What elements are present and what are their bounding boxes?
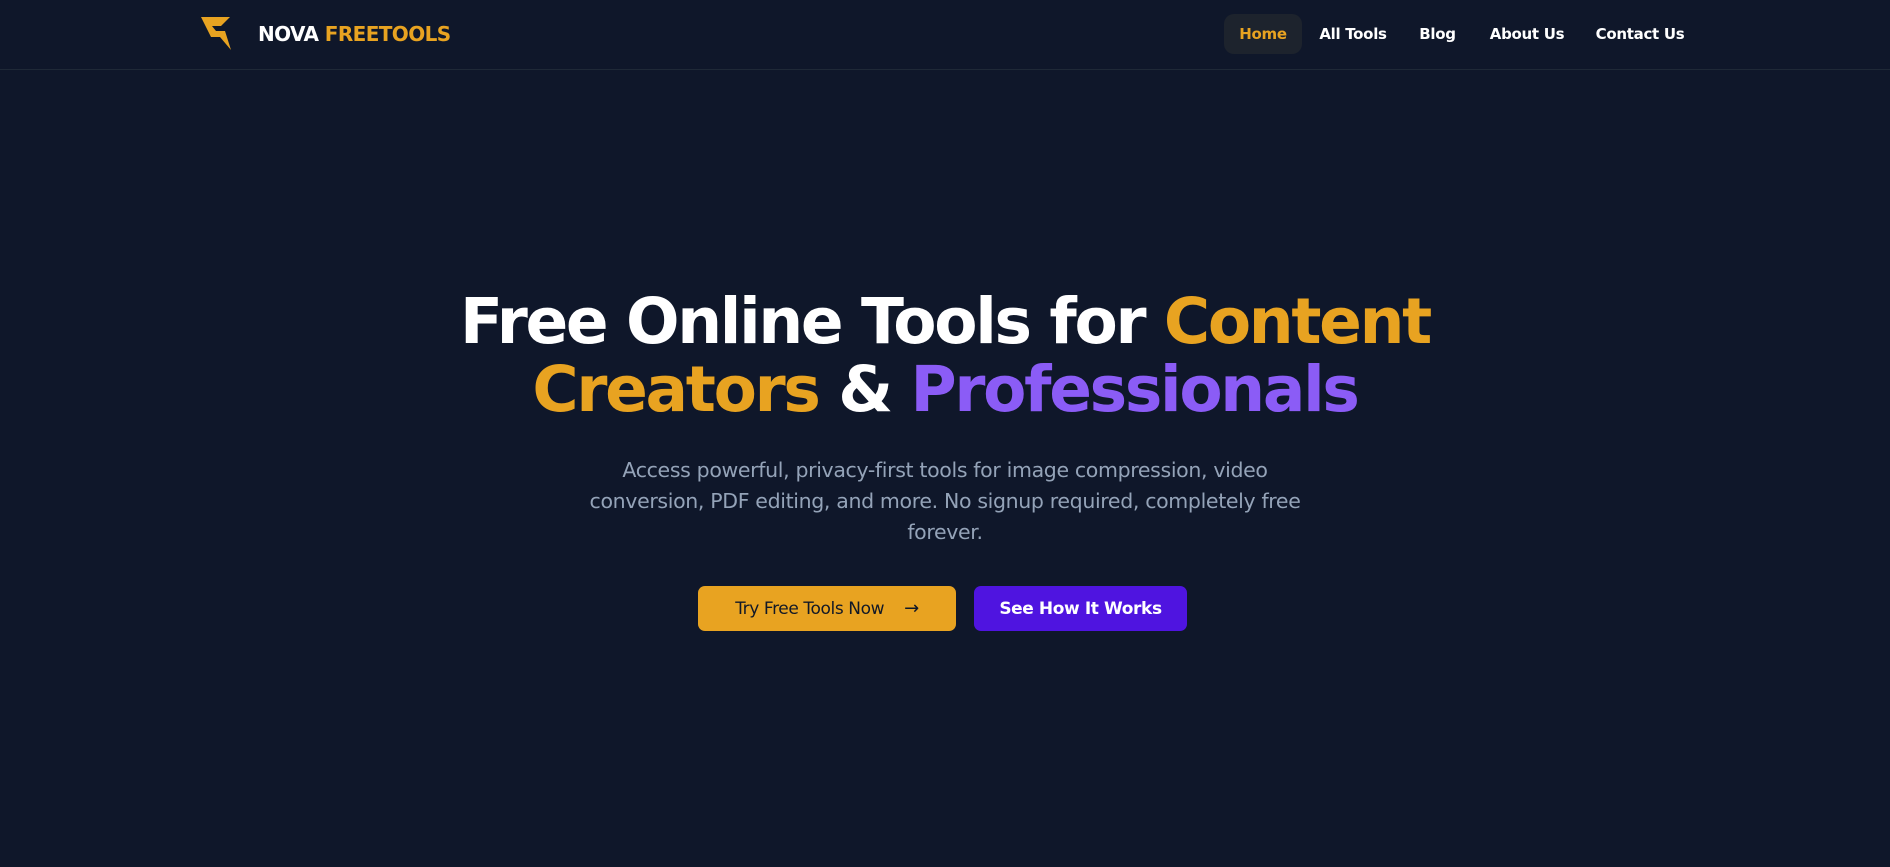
hero-title-part1: Free Online Tools for	[460, 285, 1147, 358]
nav-item-all-tools[interactable]: All Tools	[1312, 14, 1394, 54]
see-how-it-works-button[interactable]: See How It Works	[974, 586, 1187, 631]
hero-title-highlight-professionals: Professionals	[910, 353, 1359, 426]
brand-name: NOVA FREETOOLS	[258, 22, 451, 46]
see-how-it-works-label: See How It Works	[999, 598, 1162, 619]
brand[interactable]: NOVA FREETOOLS	[200, 16, 451, 52]
nav-item-home[interactable]: Home	[1224, 14, 1302, 54]
nav-item-about-us[interactable]: About Us	[1480, 14, 1574, 54]
try-free-tools-label: Try Free Tools Now	[735, 598, 885, 619]
site-header: NOVA FREETOOLS Home All Tools Blog About…	[0, 0, 1890, 70]
brand-name-part1: NOVA	[258, 22, 319, 46]
nav-item-contact-us[interactable]: Contact Us	[1588, 14, 1692, 54]
brand-name-part2: FREETOOLS	[324, 22, 451, 46]
arrow-right-icon: →	[904, 598, 919, 619]
hero-description: Access powerful, privacy-first tools for…	[589, 458, 1301, 544]
hero-title-ampersand: &	[838, 353, 893, 426]
page: NOVA FREETOOLS Home All Tools Blog About…	[0, 0, 1890, 867]
hero-title: Free Online Tools for Content Creators &…	[420, 288, 1470, 424]
lightning-logo-icon	[201, 17, 231, 50]
try-free-tools-button[interactable]: Try Free Tools Now →	[698, 586, 956, 631]
nav-item-blog[interactable]: Blog	[1410, 14, 1465, 54]
